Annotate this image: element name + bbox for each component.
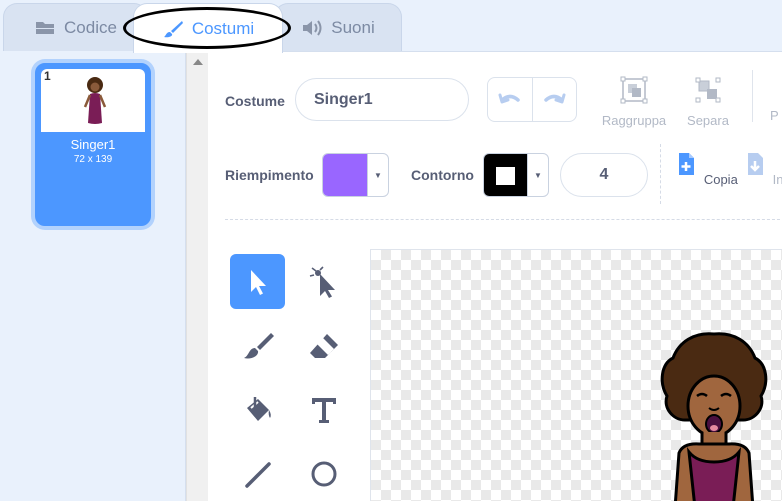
singer-thumbnail-image (83, 77, 107, 124)
singer-costume-image (660, 332, 768, 501)
forward-label-partial[interactable]: P (770, 108, 779, 123)
paste-label-partial: Incoll (772, 172, 782, 187)
costume-thumbnail (41, 69, 145, 132)
redo-icon (544, 93, 566, 103)
arrow-cursor-icon (250, 269, 266, 295)
costume-number: 1 (44, 69, 51, 83)
redo-button[interactable] (533, 78, 577, 121)
tab-costumes-label: Costumi (191, 18, 255, 38)
text-t-icon (311, 397, 336, 423)
group-label: Raggruppa (601, 113, 667, 128)
copy-icon (679, 153, 695, 175)
line-icon (244, 461, 271, 488)
eraser-tool[interactable] (296, 318, 351, 373)
copy-label: Copia (703, 172, 738, 187)
undo-icon (498, 93, 520, 103)
eraser-icon (309, 333, 338, 358)
ungroup-label: Separa (687, 113, 729, 128)
outline-color-swatch (484, 154, 527, 196)
paste-button[interactable]: Incoll (736, 150, 782, 187)
fill-tool[interactable] (230, 382, 285, 437)
paint-bucket-icon (246, 396, 271, 421)
brush-tool[interactable] (230, 318, 285, 373)
circle-tool[interactable] (296, 446, 351, 501)
tab-sounds-label: Suoni (331, 17, 375, 37)
fill-color-picker[interactable]: ▼ (322, 153, 389, 197)
reshape-tool[interactable] (296, 254, 351, 309)
tab-costumes[interactable]: Costumi (133, 3, 283, 53)
outline-dropdown-arrow-icon: ▼ (527, 154, 548, 196)
outline-label: Contorno (411, 167, 474, 183)
paste-icon (748, 153, 763, 175)
group-button[interactable]: Raggruppa (598, 76, 670, 128)
fill-color-swatch (323, 154, 367, 196)
group-icon (620, 76, 648, 104)
copy-button[interactable]: Copia (669, 150, 741, 187)
ungroup-button[interactable]: Separa (672, 76, 744, 128)
costume-item-name: Singer1 (70, 137, 116, 152)
line-tool[interactable] (230, 446, 285, 501)
undo-redo-group (487, 77, 577, 122)
fill-label: Riempimento (225, 167, 314, 183)
costume-item-size: 72 x 139 (73, 154, 113, 165)
text-tool[interactable] (296, 382, 351, 437)
tab-code[interactable]: Codice (3, 3, 148, 51)
select-tool[interactable] (230, 254, 285, 309)
costume-name-input[interactable]: Singer1 (295, 78, 469, 121)
fill-dropdown-arrow-icon: ▼ (367, 154, 388, 196)
paint-editor-screen: Codice Costumi Suoni 1 Singer1 72 x 139 … (0, 0, 782, 501)
circle-icon (311, 461, 336, 486)
tab-sounds[interactable]: Suoni (274, 3, 402, 51)
toolbar-divider-2 (660, 144, 661, 204)
paintbrush-icon (163, 20, 183, 37)
costume-item-singer1[interactable]: 1 Singer1 72 x 139 (35, 63, 151, 226)
ungroup-icon (695, 77, 721, 103)
costume-list-scrollbar[interactable] (186, 51, 208, 501)
paint-editor: Costume Singer1 Raggruppa Separa P Riemp… (208, 51, 782, 501)
outline-width-input[interactable]: 4 (560, 153, 648, 197)
costume-list: 1 Singer1 72 x 139 (0, 51, 186, 501)
outline-color-picker[interactable]: ▼ (483, 153, 549, 197)
brush-icon (243, 332, 274, 359)
tab-code-label: Codice (64, 17, 117, 37)
scroll-up-arrow-icon[interactable] (193, 59, 203, 65)
reshape-icon (309, 265, 335, 298)
toolbar-divider (752, 70, 753, 122)
toolbar-bottom-divider (225, 219, 782, 220)
costume-name-label: Costume (225, 93, 285, 109)
code-blocks-icon (36, 21, 55, 34)
undo-button[interactable] (488, 78, 533, 121)
drawing-canvas[interactable] (370, 249, 782, 501)
speaker-icon (303, 19, 322, 36)
